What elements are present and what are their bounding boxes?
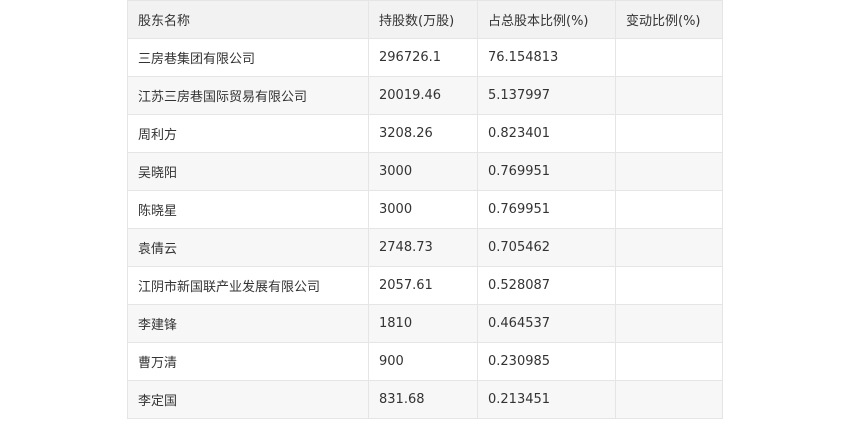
cell-shareholder-name: 李定国 — [127, 380, 369, 419]
table-row: 陈晓星 3000 0.769951 — [127, 190, 723, 229]
cell-shareholder-name: 曹万清 — [127, 342, 369, 381]
header-share-ratio: 占总股本比例(%) — [477, 0, 616, 39]
cell-shares-held: 2057.61 — [368, 266, 478, 305]
table-row: 李建锋 1810 0.464537 — [127, 304, 723, 343]
table-row: 江阴市新国联产业发展有限公司 2057.61 0.528087 — [127, 266, 723, 305]
cell-shareholder-name: 周利方 — [127, 114, 369, 153]
header-change-ratio: 变动比例(%) — [615, 0, 723, 39]
cell-shares-held: 20019.46 — [368, 76, 478, 115]
cell-change-ratio — [615, 76, 723, 115]
cell-change-ratio — [615, 152, 723, 191]
shareholder-table: 股东名称 持股数(万股) 占总股本比例(%) 变动比例(%) 三房巷集团有限公司… — [127, 0, 723, 419]
table-body: 三房巷集团有限公司 296726.1 76.154813 江苏三房巷国际贸易有限… — [127, 38, 723, 419]
table-row: 江苏三房巷国际贸易有限公司 20019.46 5.137997 — [127, 76, 723, 115]
cell-shareholder-name: 江阴市新国联产业发展有限公司 — [127, 266, 369, 305]
table-row: 袁倩云 2748.73 0.705462 — [127, 228, 723, 267]
cell-shareholder-name: 江苏三房巷国际贸易有限公司 — [127, 76, 369, 115]
cell-shares-held: 2748.73 — [368, 228, 478, 267]
cell-change-ratio — [615, 114, 723, 153]
cell-change-ratio — [615, 190, 723, 229]
cell-shareholder-name: 吴晓阳 — [127, 152, 369, 191]
cell-shares-held: 1810 — [368, 304, 478, 343]
cell-shares-held: 3000 — [368, 190, 478, 229]
cell-shares-held: 296726.1 — [368, 38, 478, 77]
cell-change-ratio — [615, 228, 723, 267]
cell-share-ratio: 76.154813 — [477, 38, 616, 77]
cell-shares-held: 831.68 — [368, 380, 478, 419]
table-row: 周利方 3208.26 0.823401 — [127, 114, 723, 153]
cell-share-ratio: 0.769951 — [477, 152, 616, 191]
cell-shareholder-name: 陈晓星 — [127, 190, 369, 229]
cell-shares-held: 900 — [368, 342, 478, 381]
cell-change-ratio — [615, 266, 723, 305]
cell-share-ratio: 0.823401 — [477, 114, 616, 153]
cell-share-ratio: 0.464537 — [477, 304, 616, 343]
header-row: 股东名称 持股数(万股) 占总股本比例(%) 变动比例(%) — [127, 0, 723, 39]
table-row: 李定国 831.68 0.213451 — [127, 380, 723, 419]
header-shareholder-name: 股东名称 — [127, 0, 369, 39]
cell-shares-held: 3000 — [368, 152, 478, 191]
cell-share-ratio: 0.213451 — [477, 380, 616, 419]
cell-change-ratio — [615, 38, 723, 77]
table-row: 曹万清 900 0.230985 — [127, 342, 723, 381]
cell-shareholder-name: 李建锋 — [127, 304, 369, 343]
header-shares-held: 持股数(万股) — [368, 0, 478, 39]
cell-shareholder-name: 三房巷集团有限公司 — [127, 38, 369, 77]
shareholder-table-container: 股东名称 持股数(万股) 占总股本比例(%) 变动比例(%) 三房巷集团有限公司… — [127, 0, 723, 419]
cell-change-ratio — [615, 304, 723, 343]
cell-share-ratio: 5.137997 — [477, 76, 616, 115]
cell-shares-held: 3208.26 — [368, 114, 478, 153]
table-header: 股东名称 持股数(万股) 占总股本比例(%) 变动比例(%) — [127, 0, 723, 39]
table-row: 三房巷集团有限公司 296726.1 76.154813 — [127, 38, 723, 77]
cell-shareholder-name: 袁倩云 — [127, 228, 369, 267]
cell-change-ratio — [615, 380, 723, 419]
cell-change-ratio — [615, 342, 723, 381]
cell-share-ratio: 0.528087 — [477, 266, 616, 305]
table-row: 吴晓阳 3000 0.769951 — [127, 152, 723, 191]
cell-share-ratio: 0.230985 — [477, 342, 616, 381]
cell-share-ratio: 0.705462 — [477, 228, 616, 267]
cell-share-ratio: 0.769951 — [477, 190, 616, 229]
